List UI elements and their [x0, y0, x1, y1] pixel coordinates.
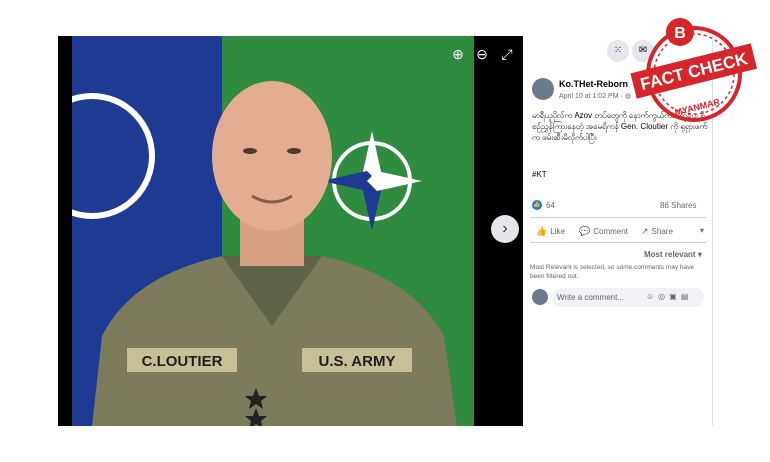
sticker-icon[interactable]: ▤	[681, 292, 693, 301]
like-count[interactable]: 64	[546, 201, 555, 210]
thumbs-up-icon: 👍	[536, 226, 548, 236]
fact-check-badge: B FACT CHECK MYANMAR	[630, 18, 758, 122]
gif-icon[interactable]: ▣	[669, 292, 681, 301]
next-photo-button[interactable]: ›	[491, 215, 519, 243]
post-time[interactable]: April 10 at 1:02 PM · ◍	[559, 92, 631, 100]
post-hashtag[interactable]: #KT	[532, 170, 547, 179]
comment-tools[interactable]: ☺◎▣▤	[646, 292, 692, 301]
photo-viewer: C.LOUTIER U.S. ARMY ⊕ ⊖ ⤢	[58, 36, 523, 426]
author-avatar[interactable]	[532, 78, 554, 100]
comment-button[interactable]: 💬 Comment	[579, 226, 628, 237]
audience-dropdown-icon[interactable]: ▾	[700, 226, 704, 235]
post-photo: C.LOUTIER U.S. ARMY	[72, 36, 474, 426]
badge-title: FACT CHECK	[638, 49, 750, 94]
like-button[interactable]: 👍 Like	[536, 226, 565, 237]
soldier-figure: C.LOUTIER U.S. ARMY	[92, 81, 457, 426]
share-icon: ↗	[641, 226, 649, 236]
comment-filter-note: Most Relevant is selected, so some comme…	[530, 264, 695, 280]
emoji-icon[interactable]: ☺	[646, 292, 658, 301]
post-time-label: April 10 at 1:02 PM ·	[559, 93, 625, 100]
comment-icon: 💬	[579, 226, 591, 236]
post-author[interactable]: Ko.THet-Reborn	[559, 79, 628, 89]
badge-letter: B	[674, 25, 686, 42]
zoom-out-icon[interactable]: ⊖	[474, 46, 490, 62]
comment-sort-dropdown[interactable]: Most relevant ▾	[644, 250, 702, 259]
name-tape: C.LOUTIER	[142, 353, 223, 370]
commenter-avatar	[532, 289, 548, 305]
zoom-in-icon[interactable]: ⊕	[450, 46, 466, 62]
share-button[interactable]: ↗ Share	[641, 226, 673, 237]
chevron-down-icon: ▾	[697, 250, 702, 259]
comment-sort-label: Most relevant	[644, 250, 696, 259]
comment-placeholder: Write a comment...	[557, 293, 624, 302]
share-label: Share	[651, 227, 673, 236]
fullscreen-icon[interactable]: ⤢	[499, 46, 515, 62]
menu-grid-icon[interactable]: ⁙	[607, 40, 629, 62]
like-label: Like	[550, 227, 565, 236]
share-count[interactable]: 86 Shares	[660, 201, 696, 210]
branch-tape: U.S. ARMY	[319, 353, 396, 370]
comment-label: Comment	[593, 227, 628, 236]
like-reaction-icon: 👍	[532, 200, 542, 210]
camera-icon[interactable]: ◎	[658, 292, 669, 301]
divider	[530, 242, 706, 243]
divider	[530, 217, 706, 218]
